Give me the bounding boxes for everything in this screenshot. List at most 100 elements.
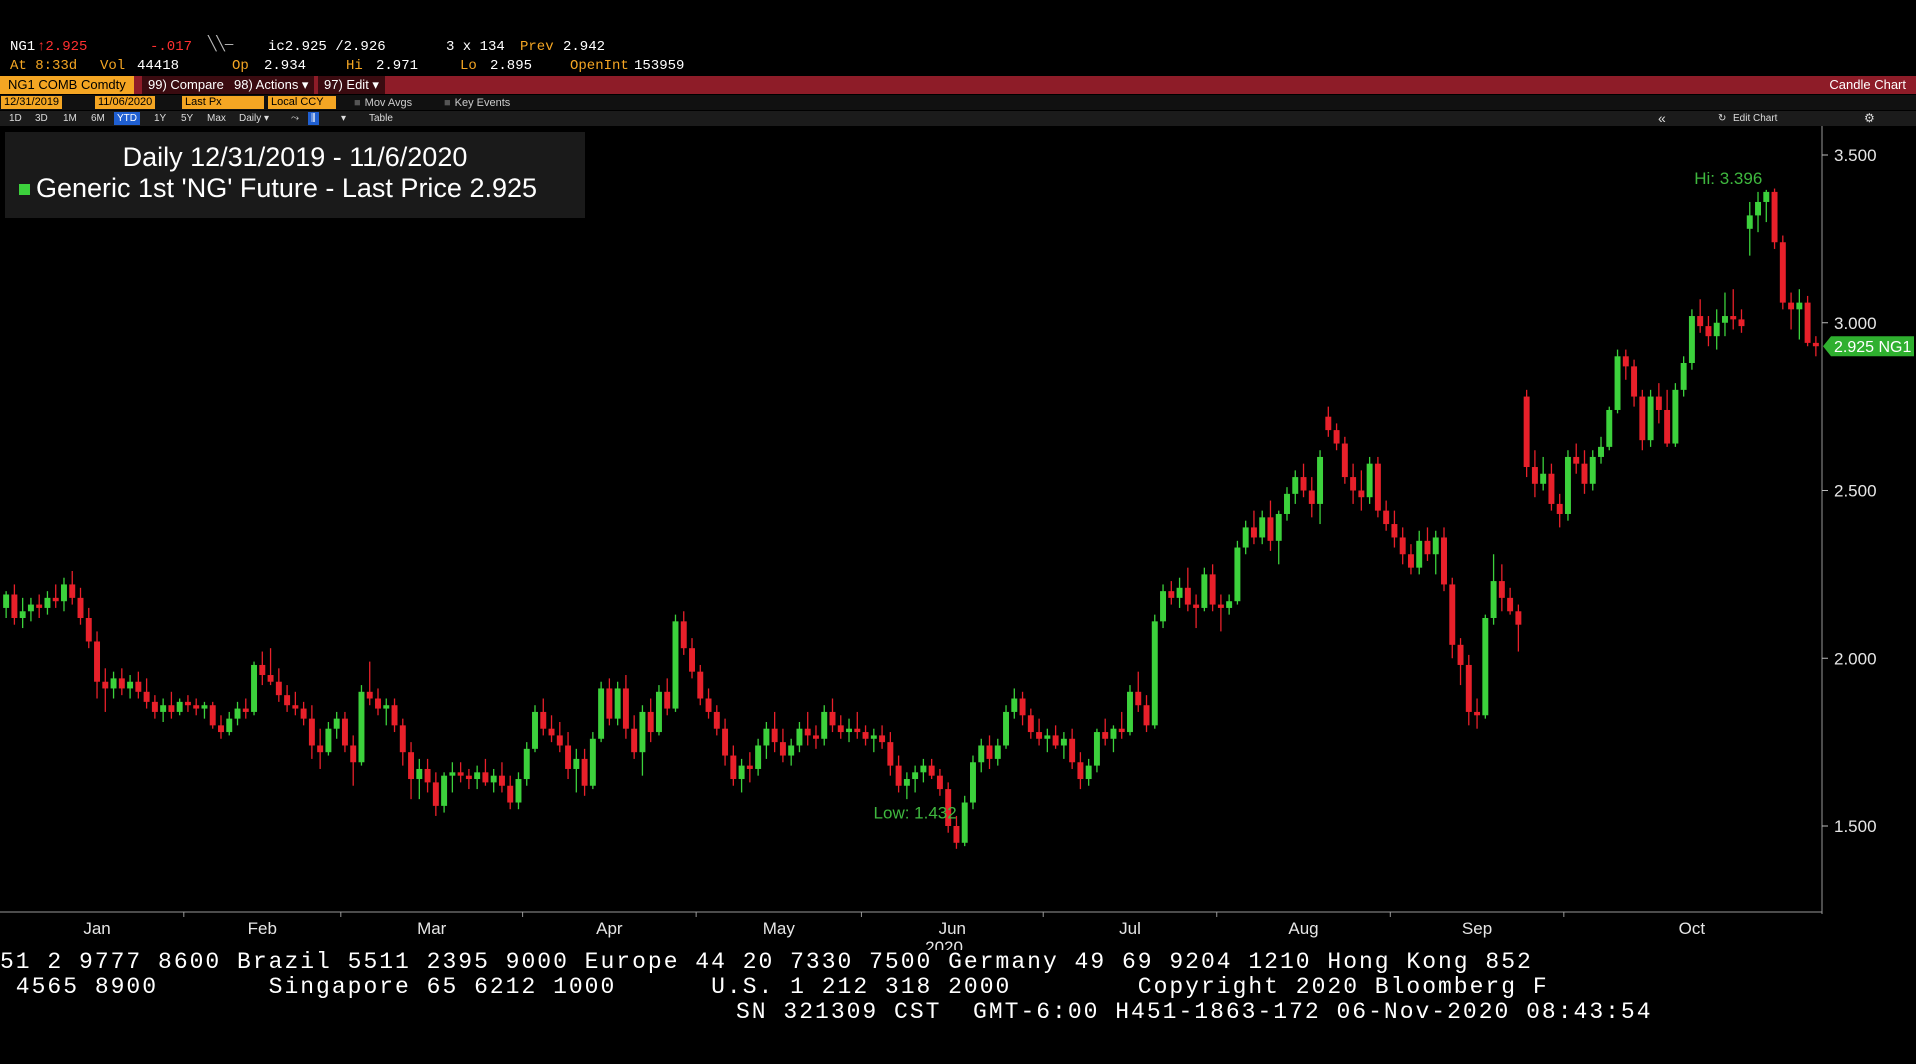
candle-body xyxy=(399,725,406,753)
candle-body xyxy=(201,705,208,709)
candle-body xyxy=(218,725,224,733)
x-tick-label: Sep xyxy=(1462,919,1492,938)
candle-body xyxy=(1796,302,1803,310)
candle-body xyxy=(1160,591,1167,622)
key-events-toggle[interactable]: Key Events xyxy=(444,96,511,111)
start-date-field[interactable]: 12/31/2019 xyxy=(1,96,63,109)
mov-avgs-toggle[interactable]: Mov Avgs xyxy=(354,96,413,111)
candle-body xyxy=(1011,698,1018,712)
candle-body xyxy=(36,604,43,608)
candle-body xyxy=(655,691,662,733)
candle-body xyxy=(705,698,712,712)
currency-select[interactable]: Local CCY xyxy=(268,96,336,109)
candle-body xyxy=(507,785,514,803)
candle-body xyxy=(441,775,448,806)
candle-body xyxy=(1697,316,1704,327)
candle-body xyxy=(1168,591,1175,598)
candle-body xyxy=(1077,762,1084,780)
candle-body xyxy=(1184,587,1191,605)
candle-body xyxy=(1399,537,1406,555)
collapse-icon[interactable]: « xyxy=(1658,111,1666,126)
range-3d[interactable]: 3D xyxy=(32,112,51,125)
candle-body xyxy=(383,705,390,709)
range-5y[interactable]: 5Y xyxy=(178,112,196,125)
candle-body xyxy=(1655,396,1662,410)
candle-body xyxy=(978,745,985,763)
candle-body xyxy=(722,728,729,756)
candle-body xyxy=(3,594,10,608)
sparkline-icon: ╲╲― xyxy=(208,37,234,53)
candle-body xyxy=(697,671,704,699)
candle-body xyxy=(1102,732,1109,739)
candle-body xyxy=(1515,611,1522,625)
candle-body xyxy=(1465,664,1472,712)
candle-body xyxy=(1118,728,1125,733)
actions-menu[interactable]: 98) Actions ▾ xyxy=(228,76,315,94)
candle-body xyxy=(490,775,497,783)
candle-body xyxy=(1127,691,1133,733)
candle-body xyxy=(821,711,828,739)
legend-swatch xyxy=(19,184,30,196)
candle-body xyxy=(424,768,431,783)
candle-body xyxy=(1275,513,1282,541)
candle-body xyxy=(672,621,679,709)
candle-body xyxy=(970,762,976,803)
candle-body xyxy=(61,584,67,602)
end-date-field[interactable]: 11/06/2020 xyxy=(95,96,156,109)
candle-body xyxy=(1350,477,1357,491)
candle-body xyxy=(1581,463,1588,484)
edit-menu[interactable]: 97) Edit ▾ xyxy=(318,76,385,94)
security-field[interactable]: NG1 COMB Comdty xyxy=(0,76,134,94)
last-price: ↑2.925 xyxy=(37,39,88,55)
candle-chart[interactable]: 1.500 2.000 2.500 3.000 3.500 Jan Feb Mar Apr May… xyxy=(0,126,1916,950)
x-tick-label: Jun xyxy=(939,919,966,938)
candle-body xyxy=(1771,191,1778,243)
candle-body xyxy=(1135,691,1142,706)
range-ytd[interactable]: YTD xyxy=(114,112,140,125)
candle-body xyxy=(1143,705,1150,726)
candle-body xyxy=(846,728,852,733)
ticker-line-2: 4565 8900 Singapore 65 6212 1000 U.S. 1 … xyxy=(0,974,1549,1000)
candle-body xyxy=(606,688,613,719)
settings-icon[interactable]: ⚙ xyxy=(1864,111,1875,126)
candle-body xyxy=(1622,356,1629,367)
candle-body xyxy=(110,678,117,689)
low-annotation: Low: 1.432 xyxy=(874,803,957,822)
candle-body xyxy=(920,765,927,773)
hi-value: 2.971 xyxy=(376,58,419,74)
candle-body xyxy=(936,775,943,790)
range-1m[interactable]: 1M xyxy=(60,112,80,125)
openint-label: OpenInt xyxy=(570,58,629,74)
candle-body xyxy=(168,705,175,712)
range-1y[interactable]: 1Y xyxy=(151,112,169,125)
candle-body xyxy=(69,584,76,598)
field-select[interactable]: Last Px xyxy=(182,96,264,109)
candle-style-icon[interactable]: ⫼ xyxy=(308,112,319,125)
candle-body xyxy=(1424,540,1431,555)
range-max[interactable]: Max xyxy=(204,112,229,125)
options-bar: 12/31/2019 11/06/2020 Last Px Local CCY … xyxy=(0,95,1916,110)
range-6m[interactable]: 6M xyxy=(88,112,108,125)
period-select[interactable]: Daily ▾ xyxy=(236,112,272,125)
candle-body xyxy=(77,597,84,618)
candle-body xyxy=(1217,604,1224,608)
candle-body xyxy=(986,745,993,759)
edit-chart-icon[interactable]: ↻ xyxy=(1718,111,1726,126)
line-style-icon[interactable]: ⤳ xyxy=(288,112,302,125)
table-button[interactable]: Table xyxy=(366,112,396,125)
lo-label: Lo xyxy=(460,58,477,74)
candle-body xyxy=(1374,463,1381,511)
ticker-symbol[interactable]: NG1 xyxy=(10,38,35,57)
candle-body xyxy=(738,765,745,780)
candle-body xyxy=(779,742,786,756)
compare-menu[interactable]: 99) Compare xyxy=(142,76,230,94)
edit-chart-button[interactable]: Edit Chart xyxy=(1733,111,1777,126)
ticker-line-3: SN 321309 CST GMT-6:00 H451-1863-172 06-… xyxy=(736,999,1653,1025)
candle-body xyxy=(1052,735,1059,746)
candle-body xyxy=(27,604,34,612)
dropdown-icon[interactable]: ▾ xyxy=(338,112,349,125)
bid-ask: ic2.925 /2.926 xyxy=(268,39,386,55)
candle-body xyxy=(1234,547,1241,602)
range-1d[interactable]: 1D xyxy=(6,112,25,125)
candle-body xyxy=(275,681,282,696)
